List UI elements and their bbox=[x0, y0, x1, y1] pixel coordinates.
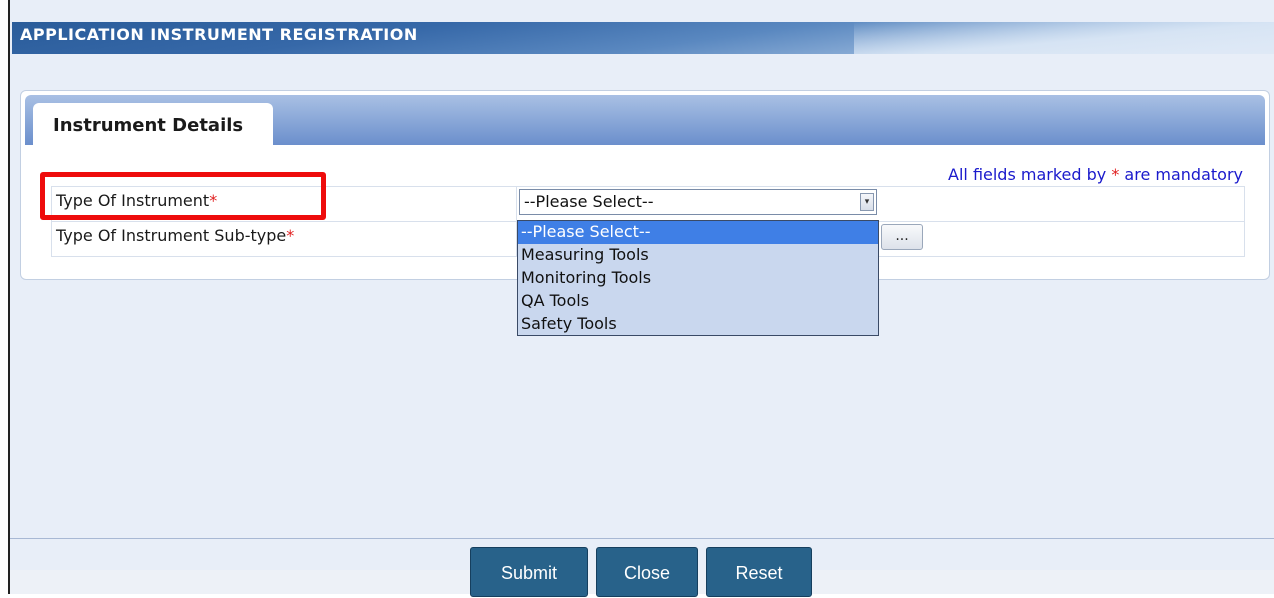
instrument-type-select-value: --Please Select-- bbox=[524, 192, 654, 211]
tab-label: Instrument Details bbox=[53, 115, 244, 136]
subtype-lookup-button[interactable]: ... bbox=[881, 224, 923, 250]
title-bar: APPLICATION INSTRUMENT REGISTRATION bbox=[12, 22, 1274, 54]
instrument-type-select[interactable]: --Please Select-- ▾ bbox=[519, 189, 877, 215]
reset-button[interactable]: Reset bbox=[706, 547, 812, 597]
red-highlight-box bbox=[40, 172, 326, 220]
dropdown-option-safety-tools[interactable]: Safety Tools bbox=[518, 313, 878, 336]
close-button[interactable]: Close bbox=[596, 547, 698, 597]
dropdown-option-qa-tools[interactable]: QA Tools bbox=[518, 290, 878, 313]
submit-button[interactable]: Submit bbox=[470, 547, 588, 597]
dropdown-option-measuring-tools[interactable]: Measuring Tools bbox=[518, 244, 878, 267]
page-title: APPLICATION INSTRUMENT REGISTRATION bbox=[20, 25, 418, 44]
dropdown-option-monitoring-tools[interactable]: Monitoring Tools bbox=[518, 267, 878, 290]
footer-divider bbox=[10, 538, 1274, 539]
tab-strip: Instrument Details bbox=[25, 95, 1265, 149]
required-star: * bbox=[286, 226, 295, 245]
dropdown-option-please-select[interactable]: --Please Select-- bbox=[518, 221, 878, 244]
cell-divider bbox=[516, 187, 517, 221]
mandatory-note: All fields marked by * are mandatory bbox=[948, 165, 1243, 184]
title-bar-stripe bbox=[854, 22, 1274, 54]
mandatory-note-suffix: are mandatory bbox=[1119, 165, 1243, 184]
tab-instrument-details[interactable]: Instrument Details bbox=[33, 103, 273, 149]
chevron-down-icon[interactable]: ▾ bbox=[860, 193, 874, 211]
instrument-type-dropdown-list[interactable]: --Please Select-- Measuring Tools Monito… bbox=[517, 220, 879, 336]
mandatory-note-prefix: All fields marked by bbox=[948, 165, 1112, 184]
instrument-subtype-label-text: Type Of Instrument Sub-type bbox=[56, 226, 287, 245]
instrument-subtype-label: Type Of Instrument Sub-type* bbox=[56, 226, 294, 245]
